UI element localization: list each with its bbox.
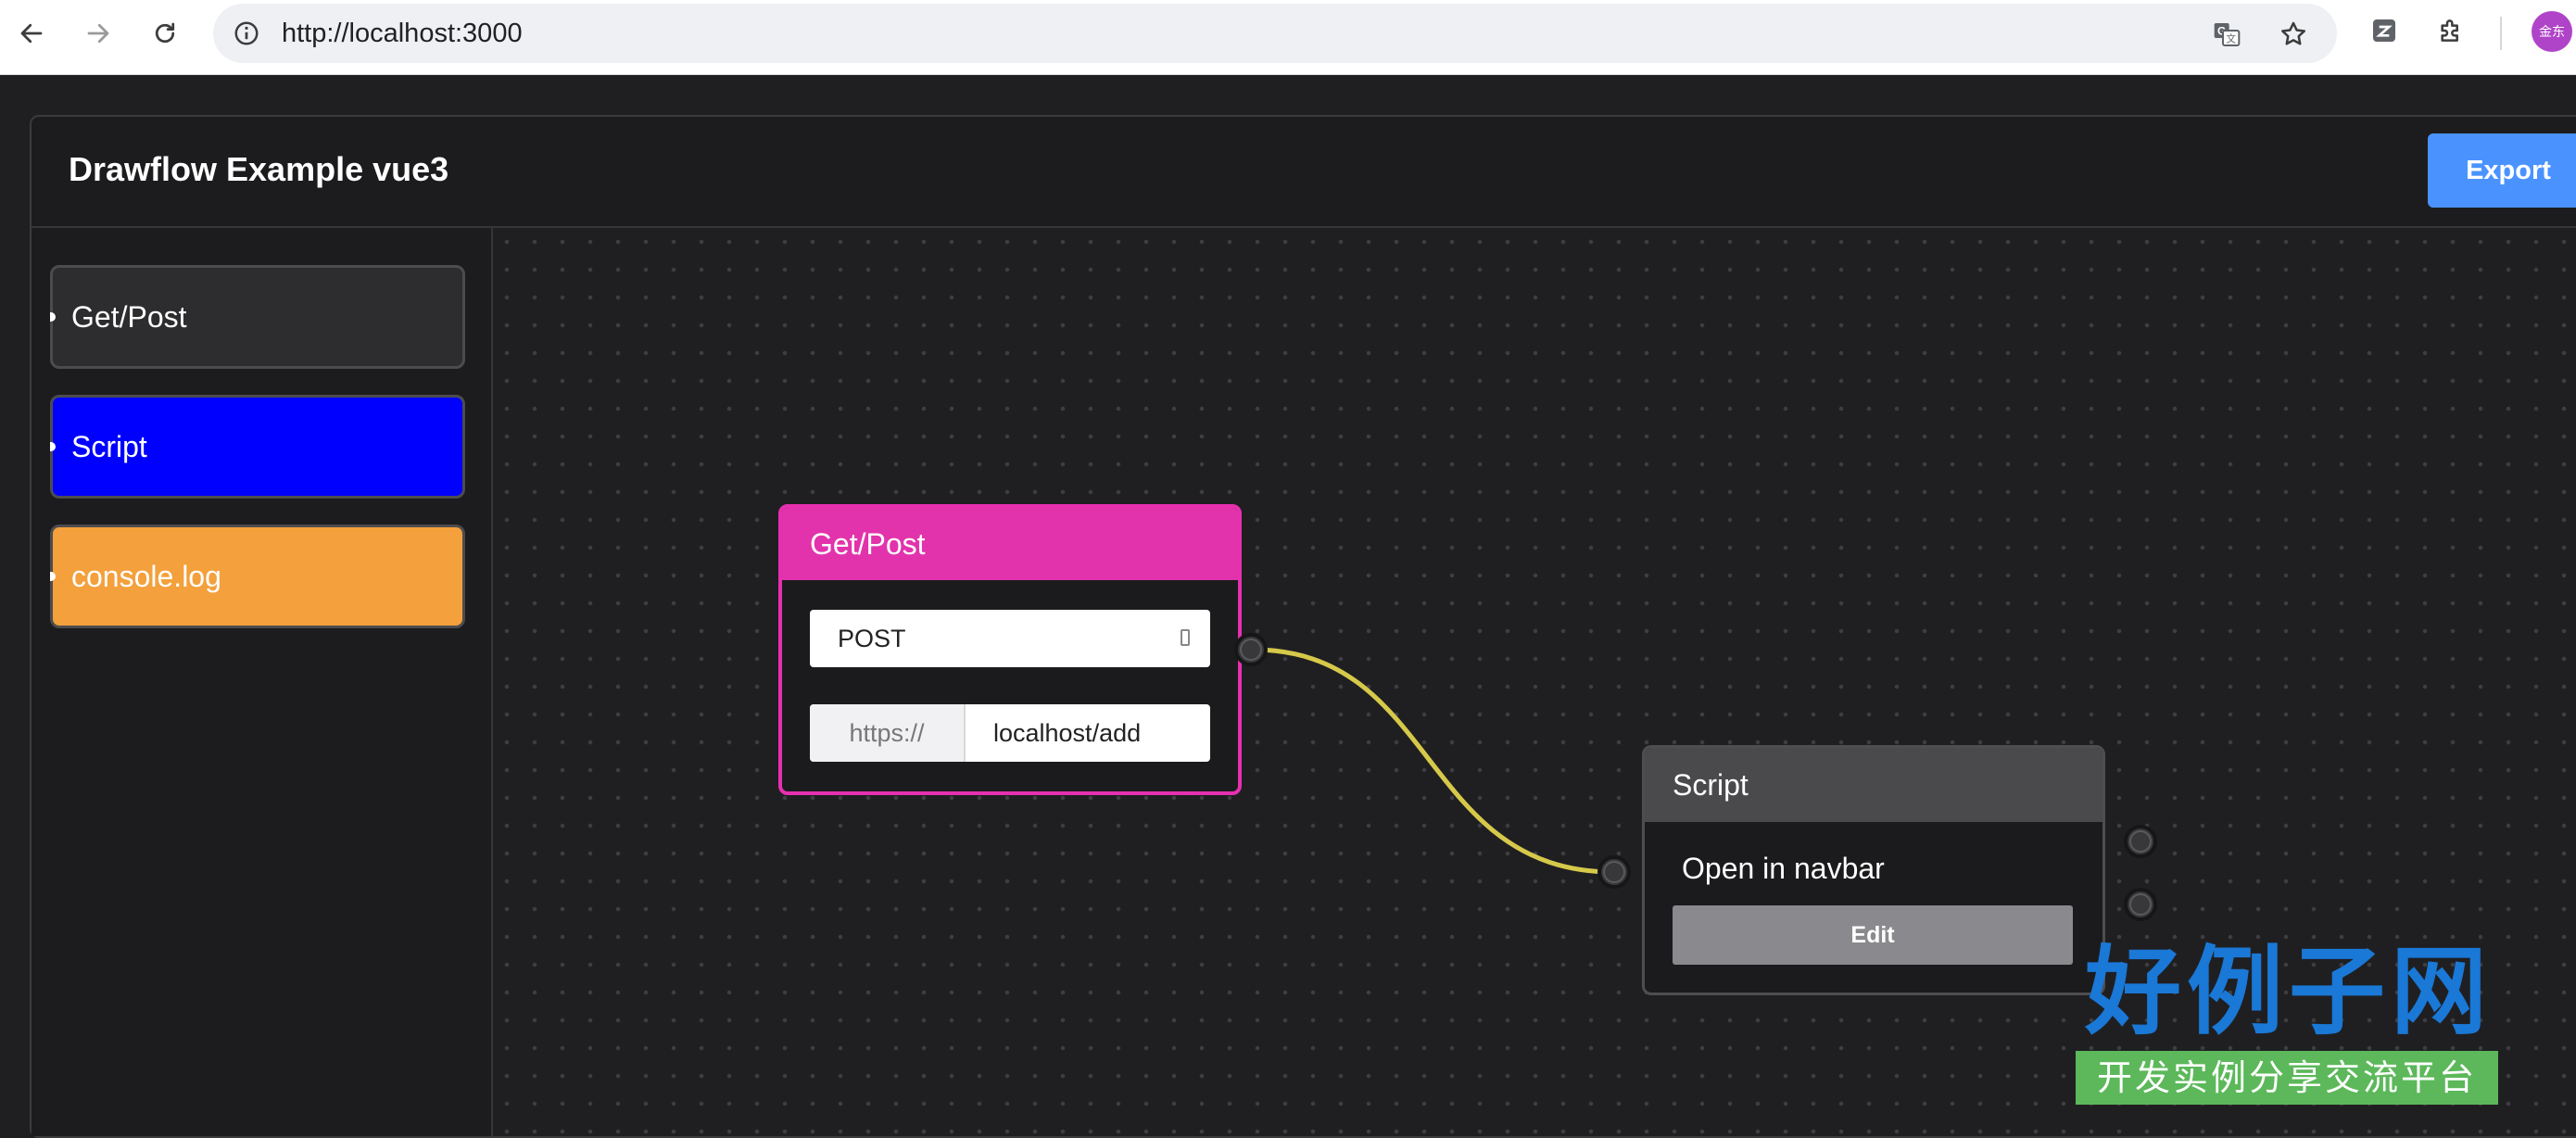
app-header: Drawflow Example vue3 Export (32, 117, 2576, 228)
palette-item-label: Get/Post (71, 299, 187, 334)
svg-text:文: 文 (2226, 33, 2236, 45)
drag-handle-dot (50, 312, 56, 322)
connection-line[interactable] (1252, 647, 1615, 875)
site-watermark-logo: 好例子网 开发实例分享交流平台 (2076, 935, 2502, 1105)
drag-handle-dot (50, 442, 56, 451)
palette-item-getpost[interactable]: Get/Post (50, 265, 465, 369)
export-button[interactable]: Export (2428, 133, 2576, 208)
site-info-icon[interactable] (228, 15, 265, 52)
forward-arrow-icon (87, 23, 109, 44)
toolbar-divider (2500, 17, 2502, 50)
output-port-1[interactable] (2124, 825, 2157, 858)
node-script[interactable]: Script Open in navbar Edit (1642, 745, 2105, 995)
watermark-subtitle: 开发实例分享交流平台 (2076, 1051, 2498, 1105)
node-palette: Get/Post Script console.log (32, 228, 493, 1136)
extension-z-icon[interactable] (2367, 13, 2402, 48)
node-getpost[interactable]: Get/Post POST https:// localhost/add (778, 504, 1242, 795)
output-port[interactable] (1234, 633, 1268, 666)
url-input-group: https:// localhost/add (810, 704, 1210, 762)
bookmark-star-icon[interactable] (2276, 17, 2311, 52)
method-select-value: POST (838, 624, 906, 652)
palette-item-script[interactable]: Script (50, 395, 465, 499)
palette-item-label: Script (71, 429, 147, 463)
select-caret-icon (1181, 629, 1190, 646)
app-title: Drawflow Example vue3 (69, 150, 449, 188)
method-select[interactable]: POST (810, 610, 1210, 667)
url-prefix-addon: https:// (810, 704, 966, 762)
palette-item-label: console.log (71, 559, 221, 593)
output-port-2[interactable] (2124, 888, 2157, 921)
url-text[interactable]: http://localhost:3000 (282, 19, 523, 49)
browser-toolbar: http://localhost:3000 G文 金东 (0, 0, 2576, 75)
extensions-puzzle-icon[interactable] (2433, 13, 2469, 48)
drag-handle-dot (50, 572, 56, 581)
profile-avatar[interactable]: 金东 (2532, 11, 2572, 52)
palette-item-console-log[interactable]: console.log (50, 525, 465, 628)
address-bar[interactable]: http://localhost:3000 G文 (213, 4, 2337, 63)
script-description: Open in navbar (1682, 852, 1885, 885)
watermark-title: 好例子网 (2084, 935, 2493, 1048)
input-port[interactable] (1597, 855, 1631, 889)
forward-button[interactable] (76, 11, 120, 56)
reload-icon (155, 22, 175, 44)
avatar-text: 金东 (2539, 24, 2565, 39)
url-input[interactable]: localhost/add (966, 704, 1210, 762)
translate-icon[interactable]: G文 (2209, 17, 2244, 52)
edit-button[interactable]: Edit (1673, 905, 2073, 965)
back-button[interactable] (9, 11, 54, 56)
back-arrow-icon (20, 23, 43, 44)
node-title: Get/Post (782, 508, 1238, 580)
reload-button[interactable] (143, 11, 187, 56)
node-title: Script (1645, 748, 2102, 822)
